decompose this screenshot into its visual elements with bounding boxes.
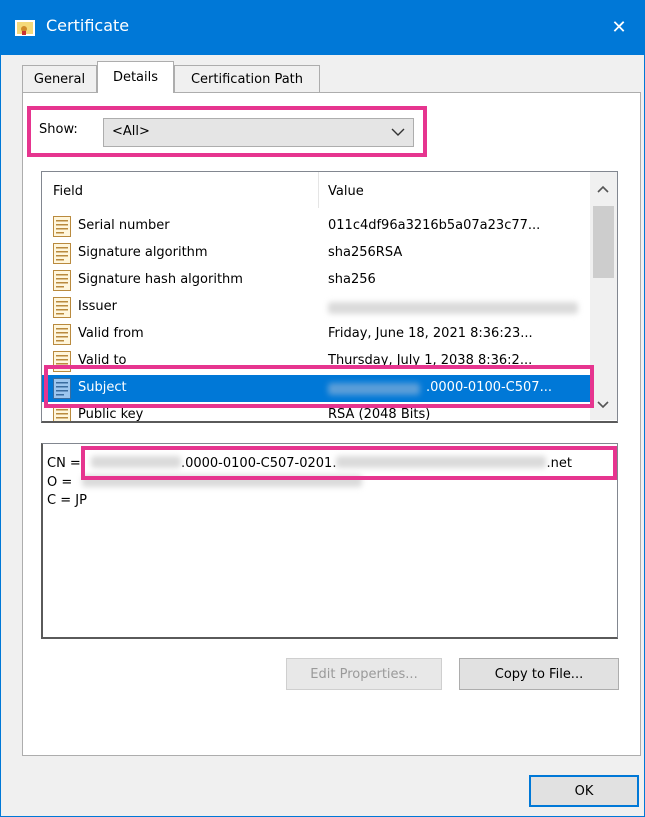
- edit-properties-button[interactable]: Edit Properties...: [286, 658, 442, 690]
- certificate-field-icon: [53, 243, 71, 264]
- tab-label: General: [33, 71, 86, 87]
- certificate-field-icon: [53, 378, 71, 399]
- field-value: sha256RSA: [328, 245, 403, 260]
- detail-line-o: O =: [47, 474, 363, 490]
- tab-details[interactable]: Details: [97, 61, 174, 93]
- list-rows: Serial number 011c4df96a3216b5a07a23c77.…: [42, 213, 590, 422]
- field-value: RSA (2048 Bits): [328, 407, 431, 422]
- list-row-signature-hash-algorithm[interactable]: Signature hash algorithm sha256: [42, 267, 590, 294]
- certificate-field-icon: [53, 297, 71, 318]
- certificate-field-icon: [53, 351, 71, 372]
- ok-button[interactable]: OK: [529, 775, 639, 807]
- close-icon: ✕: [611, 16, 627, 38]
- field-value: .0000-0100-C507...: [426, 380, 552, 395]
- field-name: Public key: [78, 407, 144, 422]
- show-label: Show:: [39, 122, 78, 137]
- list-row-issuer[interactable]: Issuer: [42, 294, 590, 321]
- copy-to-file-label: Copy to File...: [494, 666, 584, 682]
- certificate-icon: [15, 20, 35, 36]
- field-name: Valid from: [78, 326, 144, 341]
- detail-o-label: O =: [47, 475, 73, 490]
- scroll-up-icon[interactable]: [597, 182, 609, 197]
- list-row-public-key[interactable]: Public key RSA (2048 Bits): [42, 402, 590, 422]
- list-row-valid-from[interactable]: Valid from Friday, June 18, 2021 8:36:23…: [42, 321, 590, 348]
- list-row-subject[interactable]: Subject .0000-0100-C507...: [42, 375, 590, 402]
- field-detail-box[interactable]: CN = .0000-0100-C507-0201. .net O = C = J…: [41, 443, 618, 639]
- detail-cn-middle: .0000-0100-C507-0201.: [180, 456, 337, 471]
- ok-label: OK: [574, 783, 594, 799]
- copy-to-file-button[interactable]: Copy to File...: [459, 658, 619, 690]
- field-list[interactable]: Field Value Serial number 011c4df96a3216…: [41, 171, 618, 423]
- detail-line-c: C = JP: [47, 493, 87, 508]
- redacted-cn-domain: [336, 456, 547, 468]
- field-name: Signature algorithm: [78, 245, 208, 260]
- certificate-field-icon: [53, 270, 71, 291]
- certificate-field-icon: [53, 324, 71, 345]
- edit-properties-label: Edit Properties...: [310, 666, 418, 682]
- certificate-window: Certificate ✕ General Details Certificat…: [0, 0, 645, 817]
- field-name: Serial number: [78, 218, 170, 233]
- redacted-cn-prefix: [90, 456, 181, 468]
- redacted-issuer-value: [328, 302, 578, 314]
- field-value: 011c4df96a3216b5a07a23c77...: [328, 218, 541, 233]
- field-name: Issuer: [78, 299, 117, 314]
- certificate-field-icon: [53, 405, 71, 421]
- column-header-field[interactable]: Field: [53, 184, 83, 199]
- detail-line-cn: CN = .0000-0100-C507-0201. .net: [47, 455, 572, 471]
- field-value: Thursday, July 1, 2038 8:36:2...: [328, 353, 533, 368]
- column-separator[interactable]: [318, 172, 319, 208]
- tab-label: Certification Path: [190, 71, 304, 87]
- redacted-subject-prefix: [328, 383, 420, 395]
- field-name: Subject: [78, 380, 127, 395]
- redacted-organization: [82, 475, 363, 487]
- scrollbar-thumb[interactable]: [593, 206, 614, 278]
- certificate-field-icon: [53, 216, 71, 237]
- scroll-down-icon[interactable]: [597, 398, 609, 413]
- list-scrollbar[interactable]: [590, 172, 617, 420]
- detail-cn-suffix: .net: [546, 456, 572, 471]
- close-button[interactable]: ✕: [601, 9, 637, 45]
- tab-label: Details: [112, 70, 159, 85]
- chevron-down-icon: [391, 126, 405, 141]
- tab-general[interactable]: General: [22, 65, 97, 92]
- list-row-serial-number[interactable]: Serial number 011c4df96a3216b5a07a23c77.…: [42, 213, 590, 240]
- show-selected-value: <All>: [112, 124, 150, 139]
- field-value: sha256: [328, 272, 376, 287]
- tab-certification-path[interactable]: Certification Path: [174, 65, 320, 92]
- list-row-signature-algorithm[interactable]: Signature algorithm sha256RSA: [42, 240, 590, 267]
- field-name: Valid to: [78, 353, 127, 368]
- detail-cn-label: CN =: [47, 456, 81, 471]
- column-header-value[interactable]: Value: [328, 184, 364, 199]
- window-title: Certificate: [46, 16, 130, 35]
- show-dropdown[interactable]: <All>: [103, 118, 414, 147]
- title-bar: Certificate ✕: [1, 1, 644, 55]
- field-value: Friday, June 18, 2021 8:36:23...: [328, 326, 533, 341]
- list-row-valid-to[interactable]: Valid to Thursday, July 1, 2038 8:36:2..…: [42, 348, 590, 375]
- list-header: Field Value: [42, 172, 590, 208]
- field-name: Signature hash algorithm: [78, 272, 243, 287]
